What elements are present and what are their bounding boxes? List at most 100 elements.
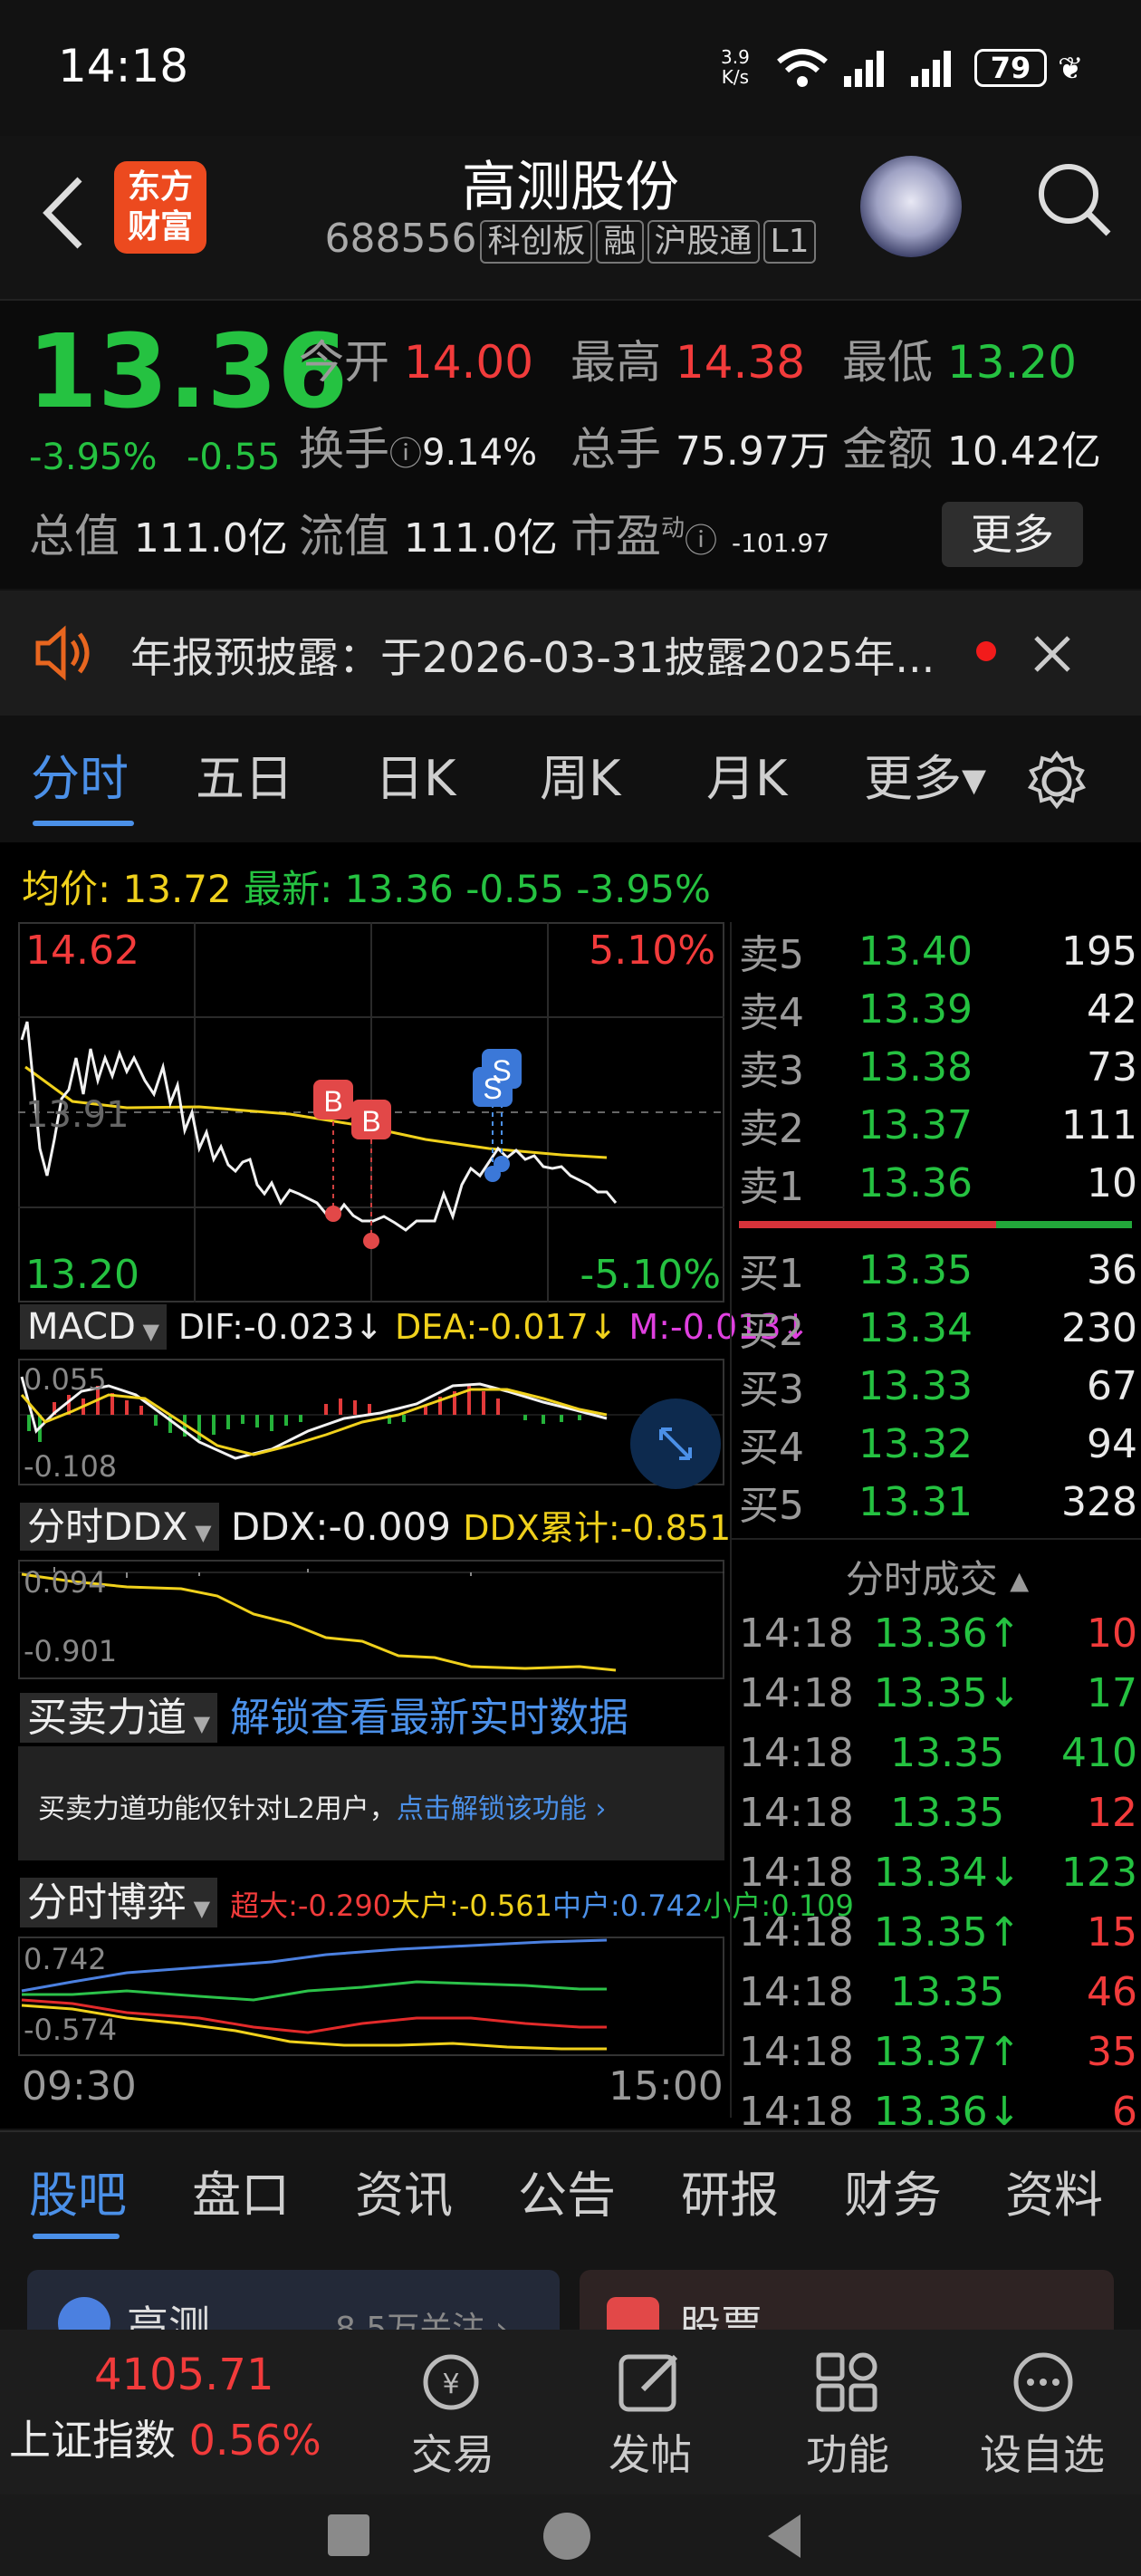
tab-weekly[interactable]: 周K bbox=[540, 716, 620, 842]
trade-row: 14:18 13.37↑ 35 bbox=[739, 2028, 1137, 2075]
bid-row[interactable]: 买5 13.31 328 bbox=[739, 1473, 1137, 1531]
pe-field[interactable]: 市盈动ⓘ -101.97 bbox=[570, 500, 829, 565]
game-chart[interactable]: 0.742 -0.574 bbox=[18, 1937, 724, 2056]
ddx-selector[interactable]: 分时DDX ▼ bbox=[20, 1503, 219, 1551]
buy-marker-2[interactable]: B bbox=[361, 1105, 380, 1138]
info-icon: ⓘ bbox=[685, 523, 718, 560]
chart-area: 均价: 13.72 最新: 13.36 -0.55 -3.95% B B S S… bbox=[0, 842, 1141, 2135]
buy-marker-1[interactable]: B bbox=[323, 1085, 342, 1118]
more-button[interactable]: 更多 bbox=[942, 502, 1083, 567]
badge-level: L1 bbox=[762, 220, 817, 264]
start-time: 09:30 bbox=[22, 2063, 137, 2110]
open-field: 今开 14.00 bbox=[299, 336, 534, 389]
leaf-icon: ❦ bbox=[1058, 51, 1084, 87]
notice-text: 年报预披露：于2026-03-31披露2025年... bbox=[130, 633, 935, 682]
expand-icon bbox=[659, 1427, 692, 1460]
trade-row: 14:18 13.35 410 bbox=[739, 1729, 1137, 1776]
gear-icon[interactable] bbox=[1025, 750, 1088, 813]
macd-chart[interactable]: 0.055 -0.108 bbox=[18, 1359, 724, 1485]
ddx-header: 分时DDX ▼ DDX:-0.009 DDX累计:-0.851 bbox=[20, 1496, 731, 1551]
turnover-field[interactable]: 换手ⓘ9.14% bbox=[299, 413, 537, 478]
status-bar: 14:18 3.9 K/s 79 ❦ bbox=[0, 0, 1141, 136]
content-tabs: 股吧 盘口 资讯 公告 研报 财务 资料 bbox=[0, 2130, 1141, 2257]
signal-icon bbox=[844, 51, 884, 87]
tab-finance[interactable]: 财务 bbox=[844, 2132, 942, 2259]
dock-functions[interactable]: 功能 bbox=[775, 2422, 920, 2482]
ask-volume-bar bbox=[739, 1221, 996, 1228]
ask-row[interactable]: 卖5 13.40 195 bbox=[739, 922, 1137, 980]
tab-5day[interactable]: 五日 bbox=[196, 716, 293, 842]
assistant-avatar[interactable] bbox=[860, 156, 962, 257]
app-logo[interactable]: 东方 财富 bbox=[114, 161, 206, 254]
badge-star-market: 科创板 bbox=[480, 220, 593, 264]
bid-row[interactable]: 买1 13.35 36 bbox=[739, 1241, 1137, 1299]
unread-dot bbox=[976, 641, 996, 661]
power-unlock-link[interactable]: 点击解锁该功能 › bbox=[397, 1793, 607, 1825]
bottom-pct-label: -5.10% bbox=[580, 1252, 721, 1298]
trade-row: 14:18 13.36↑ 10 bbox=[739, 1610, 1137, 1657]
stock-card[interactable]: 股票 bbox=[580, 2270, 1114, 2330]
power-selector[interactable]: 买卖力道 ▼ bbox=[20, 1693, 218, 1743]
dock-watchlist[interactable]: 设自选 bbox=[965, 2422, 1119, 2482]
order-book: 卖5 13.40 195 卖4 13.39 42 卖3 13.38 73 卖2 13.37 11… bbox=[730, 922, 1141, 2135]
ask-row[interactable]: 卖4 13.39 42 bbox=[739, 980, 1137, 1038]
tab-research[interactable]: 研报 bbox=[681, 2132, 779, 2259]
recent-apps-icon[interactable] bbox=[328, 2514, 369, 2556]
home-icon[interactable] bbox=[543, 2513, 590, 2560]
price-chart[interactable]: B B S S 14.62 5.10% 13.91 13.20 -5.10% bbox=[18, 922, 724, 1302]
game-selector[interactable]: 分时博弈 ▼ bbox=[20, 1878, 218, 1927]
macd-selector[interactable]: MACD ▼ bbox=[20, 1304, 167, 1350]
ask-row[interactable]: 卖2 13.37 111 bbox=[739, 1096, 1137, 1154]
unlock-link[interactable]: 解锁查看最新实时数据 bbox=[230, 1695, 628, 1741]
end-time: 15:00 bbox=[609, 2063, 724, 2110]
tab-profile[interactable]: 资料 bbox=[1005, 2132, 1103, 2259]
game-header: 分时博弈 ▼ 超大:-0.290大户:-0.561中户:0.742小户:0.10… bbox=[20, 1870, 854, 1927]
ask-row[interactable]: 卖1 13.36 10 bbox=[739, 1154, 1137, 1212]
low-field: 最低 13.20 bbox=[842, 336, 1078, 389]
dock-post[interactable]: 发帖 bbox=[578, 2422, 723, 2482]
ddx-chart[interactable]: 0.094 -0.901 bbox=[18, 1560, 724, 1679]
tab-daily[interactable]: 日K bbox=[375, 716, 455, 842]
float-field: 流值 111.0亿 bbox=[299, 510, 558, 562]
trade-row: 14:18 13.35↓ 17 bbox=[739, 1669, 1137, 1716]
avg-info-row: 均价: 13.72 最新: 13.36 -0.55 -3.95% bbox=[22, 867, 711, 911]
index-value[interactable]: 4105.71 bbox=[94, 2350, 274, 2400]
trade-icon: ¥ bbox=[423, 2354, 479, 2410]
tab-more[interactable]: 更多▾ bbox=[864, 716, 986, 842]
stock-card-icon bbox=[607, 2297, 659, 2330]
asks-table: 卖5 13.40 195 卖4 13.39 42 卖3 13.38 73 卖2 13.37 11… bbox=[739, 922, 1137, 1212]
bid-row[interactable]: 买4 13.32 94 bbox=[739, 1415, 1137, 1473]
close-icon[interactable] bbox=[1031, 632, 1074, 676]
tab-underline bbox=[33, 2234, 120, 2239]
expand-button[interactable] bbox=[630, 1399, 721, 1489]
tab-announcements[interactable]: 公告 bbox=[518, 2132, 616, 2259]
tab-forum[interactable]: 股吧 bbox=[29, 2132, 127, 2259]
stock-code: 688556 bbox=[324, 216, 477, 262]
tab-handicap[interactable]: 盘口 bbox=[192, 2132, 290, 2259]
trade-row: 14:18 13.35 12 bbox=[739, 1789, 1137, 1836]
tab-news[interactable]: 资讯 bbox=[355, 2132, 453, 2259]
forum-card[interactable]: 高测 8.5万关注 › bbox=[27, 2270, 560, 2330]
game-top-label: 0.742 bbox=[24, 1942, 107, 1976]
bids-table: 买1 13.35 36 买2 13.34 230 买3 13.33 67 买4 13.32 94… bbox=[739, 1241, 1137, 1531]
ask-row[interactable]: 卖3 13.38 73 bbox=[739, 1038, 1137, 1096]
power-locked-panel: 买卖力道功能仅针对L2用户，点击解锁该功能 › bbox=[18, 1746, 724, 1860]
trades-title[interactable]: 分时成交 ▴ bbox=[732, 1549, 1141, 1604]
post-icon bbox=[618, 2354, 678, 2412]
divider bbox=[732, 1538, 1141, 1540]
search-icon[interactable] bbox=[1032, 156, 1114, 246]
tab-monthly[interactable]: 月K bbox=[706, 716, 787, 842]
notice-bar[interactable]: 年报预披露：于2026-03-31披露2025年... bbox=[0, 591, 1141, 716]
tab-underline bbox=[33, 821, 134, 826]
back-nav-icon[interactable] bbox=[759, 2511, 810, 2562]
bid-row[interactable]: 买2 13.34 230 bbox=[739, 1299, 1137, 1357]
sell-marker-2[interactable]: S bbox=[492, 1054, 511, 1087]
index-row[interactable]: 上证指数 0.56% bbox=[9, 2408, 321, 2467]
dock-trade[interactable]: 交易 bbox=[380, 2422, 525, 2482]
bid-row[interactable]: 买3 13.33 67 bbox=[739, 1357, 1137, 1415]
trade-row: 14:18 13.35↑ 15 bbox=[739, 1908, 1137, 1956]
bottom-price-label: 13.20 bbox=[25, 1252, 139, 1298]
quote-panel: 13.36 -3.95% -0.55 今开 14.00 最高 14.38 最低 … bbox=[0, 299, 1141, 589]
bid-volume-bar bbox=[996, 1221, 1132, 1228]
back-icon[interactable] bbox=[36, 172, 91, 254]
